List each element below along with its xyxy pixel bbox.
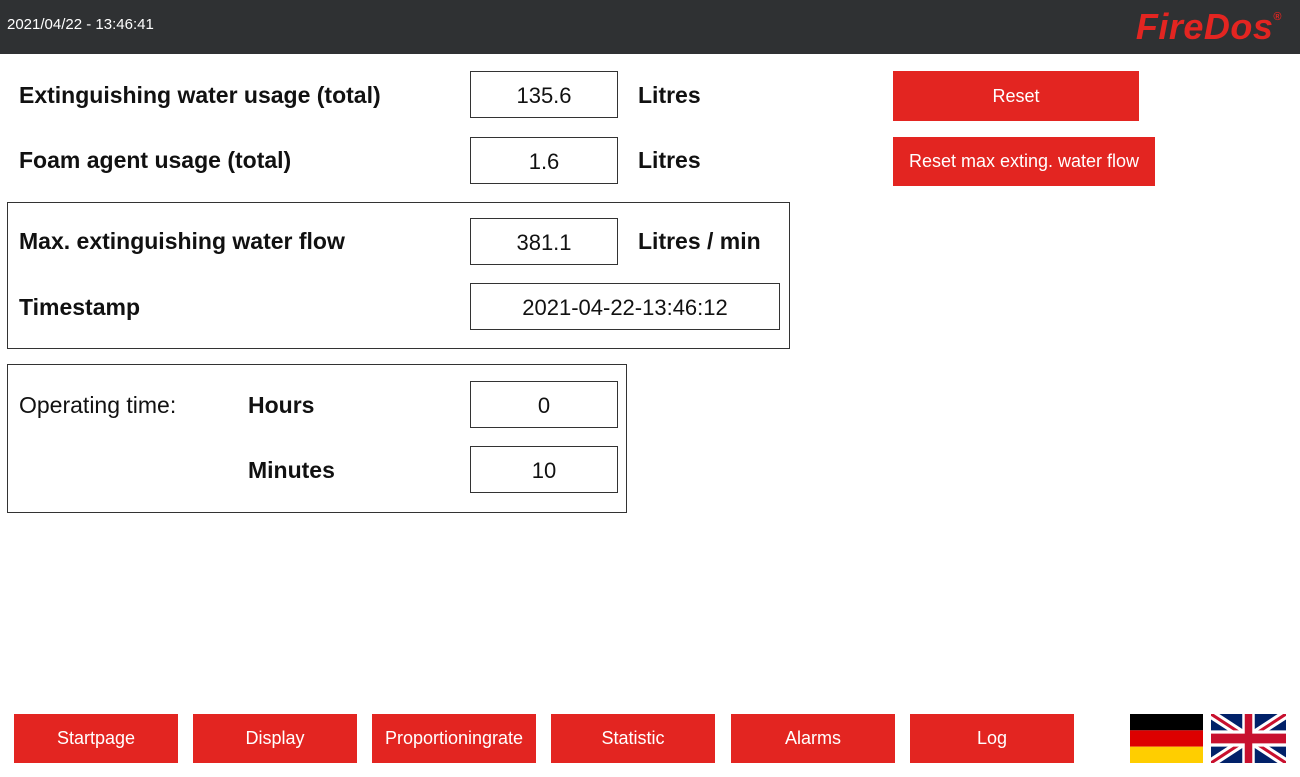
minutes-label: Minutes (248, 457, 335, 483)
max-flow-label: Max. extinguishing water flow (19, 228, 345, 254)
water-usage-label: Extinguishing water usage (total) (19, 82, 381, 108)
hours-label: Hours (248, 392, 315, 418)
timestamp-value: 2021-04-22-13:46:12 (470, 283, 780, 330)
reset-button[interactable]: Reset (893, 71, 1139, 121)
nav-proportioningrate-button[interactable]: Proportioningrate (372, 714, 536, 763)
nav-alarms-button[interactable]: Alarms (731, 714, 895, 763)
max-flow-unit: Litres / min (638, 228, 761, 254)
uk-flag-icon[interactable] (1211, 714, 1286, 763)
nav-log-button[interactable]: Log (910, 714, 1074, 763)
german-flag-icon[interactable] (1130, 714, 1203, 763)
timestamp-label: Timestamp (19, 294, 141, 320)
brand-name: FireDos (1135, 6, 1274, 47)
nav-statistic-button[interactable]: Statistic (551, 714, 715, 763)
brand-trademark: ® (1273, 11, 1282, 23)
nav-startpage-button[interactable]: Startpage (14, 714, 178, 763)
foam-usage-unit: Litres (638, 147, 701, 173)
foam-usage-value: 1.6 (470, 137, 618, 184)
nav-display-button[interactable]: Display (193, 714, 357, 763)
firedos-logo: FireDos® (1136, 6, 1282, 48)
max-flow-value: 381.1 (470, 218, 618, 265)
hours-value: 0 (470, 381, 618, 428)
water-usage-value: 135.6 (470, 71, 618, 118)
operating-time-label: Operating time: (19, 392, 177, 418)
foam-usage-label: Foam agent usage (total) (19, 147, 292, 173)
datetime: 2021/04/22 - 13:46:41 (7, 16, 154, 33)
reset-max-flow-button[interactable]: Reset max exting. water flow (893, 137, 1155, 186)
minutes-value: 10 (470, 446, 618, 493)
header-bar: 2021/04/22 - 13:46:41 FireDos® (0, 0, 1300, 54)
water-usage-unit: Litres (638, 82, 701, 108)
